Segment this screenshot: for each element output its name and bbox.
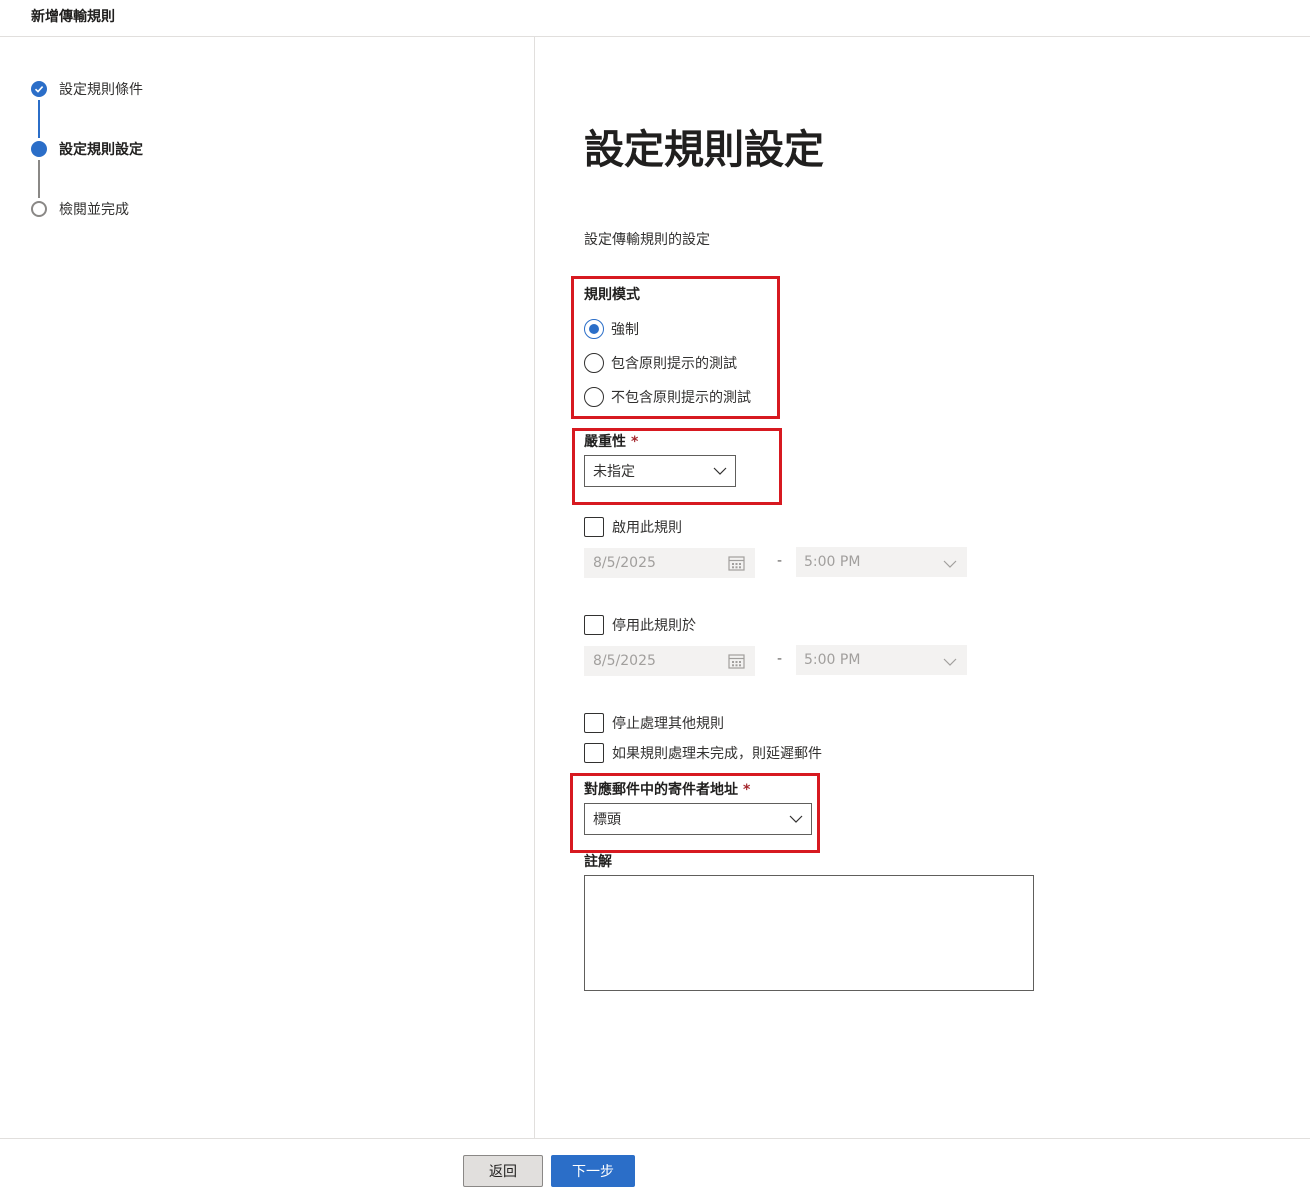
radio-test-without-tips[interactable]: 不包含原則提示的測試 (584, 387, 751, 407)
severity-dropdown[interactable]: 未指定 (584, 455, 736, 487)
step-connector (38, 100, 40, 138)
chevron-down-icon (943, 557, 957, 573)
comments-label: 註解 (584, 854, 612, 870)
next-button[interactable]: 下一步 (551, 1155, 635, 1187)
wizard-footer: 返回 下一步 (0, 1138, 1310, 1200)
step-review-finish[interactable]: 檢閱並完成 (31, 199, 129, 219)
radio-label: 強制 (611, 322, 639, 338)
checkmark-icon (31, 81, 47, 97)
match-sender-label: 對應郵件中的寄件者地址 * (584, 782, 751, 798)
panel-title: 新增傳輸規則 (31, 9, 115, 25)
chevron-down-icon (713, 465, 727, 481)
current-step-icon (31, 141, 47, 157)
deactivate-date-input[interactable]: 8/5/2025 (584, 646, 755, 676)
activate-rule-checkbox-row[interactable]: 啟用此規則 (584, 517, 682, 537)
calendar-icon (728, 555, 745, 575)
required-mark: * (631, 434, 639, 450)
radio-test-with-tips[interactable]: 包含原則提示的測試 (584, 353, 737, 373)
checkbox-label: 停止處理其他規則 (612, 716, 724, 732)
severity-value: 未指定 (593, 464, 635, 480)
match-sender-value: 標頭 (593, 812, 621, 828)
checkbox-label: 停用此規則於 (612, 618, 696, 634)
settings-pane: 設定規則設定 設定傳輸規則的設定 規則模式 強制 包含原則提示的測試 不包含原則… (536, 37, 1310, 1138)
checkbox-label: 啟用此規則 (612, 520, 682, 536)
defer-message-checkbox-row[interactable]: 如果規則處理未完成，則延遲郵件 (584, 743, 822, 763)
activate-rule-checkbox[interactable] (584, 517, 604, 537)
calendar-icon (728, 653, 745, 673)
radio-button[interactable] (584, 387, 604, 407)
stop-processing-checkbox-row[interactable]: 停止處理其他規則 (584, 713, 724, 733)
range-separator: - (777, 553, 783, 569)
stop-processing-checkbox[interactable] (584, 713, 604, 733)
rule-mode-label: 規則模式 (584, 287, 640, 303)
radio-label: 不包含原則提示的測試 (611, 390, 751, 406)
step-set-conditions[interactable]: 設定規則條件 (31, 79, 143, 99)
step-label: 設定規則設定 (59, 142, 143, 158)
pending-step-icon (31, 201, 47, 217)
chevron-down-icon (943, 655, 957, 671)
radio-enforce[interactable]: 強制 (584, 319, 639, 339)
checkbox-label: 如果規則處理未完成，則延遲郵件 (612, 746, 822, 762)
defer-message-checkbox[interactable] (584, 743, 604, 763)
page-title: 設定規則設定 (584, 127, 824, 173)
deactivate-rule-checkbox[interactable] (584, 615, 604, 635)
radio-button[interactable] (584, 319, 604, 339)
range-separator: - (777, 651, 783, 667)
panel-header: 新增傳輸規則 (0, 0, 1310, 37)
radio-button[interactable] (584, 353, 604, 373)
match-sender-dropdown[interactable]: 標頭 (584, 803, 812, 835)
back-button[interactable]: 返回 (463, 1155, 543, 1187)
deactivate-time-dropdown[interactable]: 5:00 PM (796, 645, 967, 675)
step-label: 設定規則條件 (59, 82, 143, 98)
step-label: 檢閱並完成 (59, 202, 129, 218)
wizard-steps-pane: 設定規則條件 設定規則設定 檢閱並完成 (0, 37, 535, 1138)
comments-textarea[interactable] (584, 875, 1034, 991)
required-mark: * (743, 782, 751, 798)
step-connector (38, 160, 40, 198)
severity-label: 嚴重性 * (584, 434, 639, 450)
step-set-properties[interactable]: 設定規則設定 (31, 139, 143, 159)
chevron-down-icon (789, 813, 803, 829)
activate-date-input[interactable]: 8/5/2025 (584, 548, 755, 578)
deactivate-rule-checkbox-row[interactable]: 停用此規則於 (584, 615, 696, 635)
page-description: 設定傳輸規則的設定 (584, 232, 710, 248)
radio-label: 包含原則提示的測試 (611, 356, 737, 372)
activate-time-dropdown[interactable]: 5:00 PM (796, 547, 967, 577)
